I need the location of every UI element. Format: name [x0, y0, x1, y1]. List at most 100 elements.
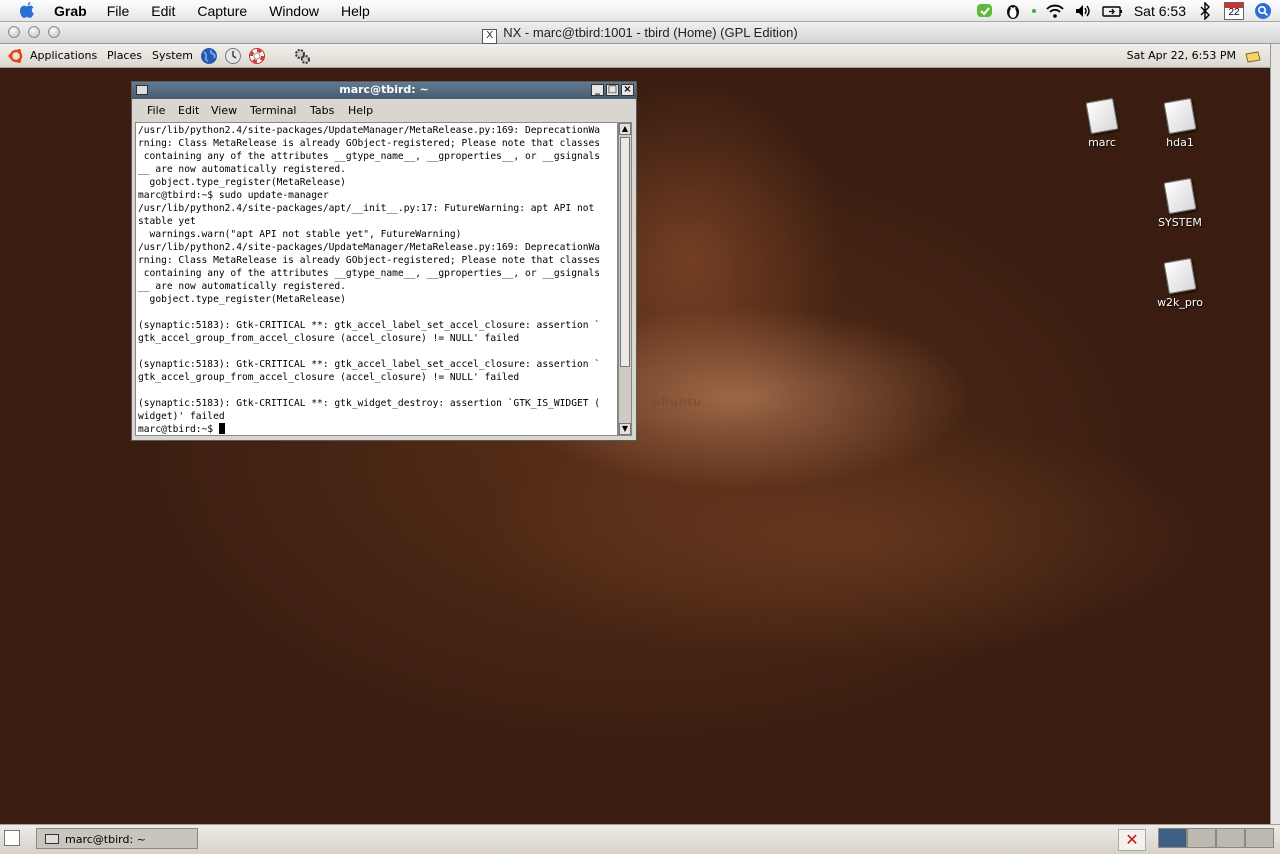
drive-icon	[1163, 257, 1197, 295]
volume-icon[interactable]	[1074, 2, 1092, 20]
places-menu[interactable]: Places	[107, 49, 142, 62]
ubuntu-watermark: ubuntu	[652, 394, 703, 409]
lifebuoy-icon[interactable]	[248, 47, 266, 65]
menu-grab[interactable]: Grab	[54, 2, 87, 20]
show-desktop-icon[interactable]	[4, 830, 20, 846]
window-title: NX - marc@tbird:1001 - tbird (Home) (GPL…	[503, 25, 798, 40]
terminal-line: widget)' failed	[138, 411, 225, 422]
terminal-line: containing any of the attributes __gtype…	[138, 151, 601, 162]
terminal-menu-file[interactable]: File	[147, 104, 165, 117]
desktop-icon-w2k-pro[interactable]: w2k_pro	[1145, 257, 1215, 309]
globe-icon[interactable]	[200, 47, 218, 65]
terminal-icon[interactable]	[136, 85, 148, 95]
close-x-icon[interactable]: ✕	[1118, 829, 1146, 851]
terminal-menu-edit[interactable]: Edit	[178, 104, 199, 117]
terminal-output: /usr/lib/python2.4/site-packages/UpdateM…	[136, 123, 617, 435]
wifi-icon[interactable]	[1046, 2, 1064, 20]
scroll-down-icon[interactable]: ▼	[619, 423, 631, 435]
x11-icon: X	[482, 29, 498, 44]
terminal-cursor	[218, 423, 225, 434]
terminal-screen[interactable]: /usr/lib/python2.4/site-packages/UpdateM…	[135, 122, 618, 436]
terminal-titlebar[interactable]: marc@tbird: ~ _ □ ×	[132, 82, 636, 99]
terminal-menu-help[interactable]: Help	[348, 104, 373, 117]
workspace-3[interactable]	[1216, 828, 1245, 848]
ubuntu-logo-icon[interactable]	[7, 47, 25, 65]
terminal-prompt: marc@tbird:~$	[138, 424, 219, 435]
terminal-line: (synaptic:5183): Gtk-CRITICAL **: gtk_wi…	[138, 398, 601, 409]
terminal-menu-terminal[interactable]: Terminal	[250, 104, 297, 117]
terminal-line: gtk_accel_group_from_accel_closure (acce…	[138, 333, 520, 344]
terminal-line: /usr/lib/python2.4/site-packages/UpdateM…	[138, 125, 601, 136]
terminal-title: marc@tbird: ~	[339, 83, 429, 96]
taskbar-terminal-button[interactable]: marc@tbird: ~	[36, 828, 198, 849]
nx-right-scrollbar[interactable]	[1270, 44, 1280, 824]
menu-capture[interactable]: Capture	[197, 2, 247, 20]
terminal-line: rning: Class MetaRelease is already GObj…	[138, 255, 601, 266]
terminal-line: gobject.type_register(MetaRelease)	[138, 177, 346, 188]
terminal-line: rning: Class MetaRelease is already GObj…	[138, 138, 601, 149]
terminal-menubar: File Edit View Terminal Tabs Help	[132, 99, 636, 121]
terminal-line: warnings.warn("apt API not stable yet", …	[138, 229, 462, 240]
minimize-button[interactable]: _	[591, 84, 604, 96]
penguin-icon[interactable]	[1004, 2, 1022, 20]
gnome-bottom-panel: marc@tbird: ~ ✕	[0, 824, 1280, 854]
calendar-icon[interactable]: 22	[1224, 2, 1244, 20]
desktop-icon-label: w2k_pro	[1157, 296, 1203, 309]
notes-icon[interactable]	[1244, 48, 1262, 66]
desktop-icon-system[interactable]: SYSTEM	[1145, 177, 1215, 229]
menubar-clock[interactable]: Sat 6:53	[1134, 3, 1186, 19]
terminal-menu-tabs[interactable]: Tabs	[310, 104, 334, 117]
desktop-icon-label: SYSTEM	[1158, 216, 1202, 229]
terminal-line: __ are now automatically registered.	[138, 164, 346, 175]
apple-icon[interactable]	[18, 1, 36, 20]
panel-clock[interactable]: Sat Apr 22, 6:53 PM	[1127, 49, 1236, 62]
status-dot-icon	[1031, 9, 1036, 13]
bluetooth-icon[interactable]	[1196, 2, 1214, 20]
drive-icon	[1163, 177, 1197, 215]
chat-status-icon[interactable]	[976, 2, 994, 20]
scrollbar-thumb[interactable]	[620, 137, 630, 367]
desktop: ubuntu marc hda1 SYSTEM w2k_pro marc@tbi…	[0, 68, 1270, 824]
desktop-icon-label: marc	[1088, 136, 1116, 149]
terminal-icon	[45, 834, 59, 844]
menu-edit[interactable]: Edit	[151, 2, 175, 20]
calendar-day: 22	[1228, 7, 1240, 18]
battery-icon[interactable]	[1102, 2, 1124, 20]
workspace-1[interactable]	[1158, 828, 1187, 848]
terminal-line: (synaptic:5183): Gtk-CRITICAL **: gtk_ac…	[138, 359, 601, 370]
desktop-icon-label: hda1	[1166, 136, 1194, 149]
drive-icon	[1163, 97, 1197, 135]
terminal-menu-view[interactable]: View	[211, 104, 237, 117]
workspace-4[interactable]	[1245, 828, 1274, 848]
menu-window[interactable]: Window	[269, 2, 319, 20]
terminal-line: /usr/lib/python2.4/site-packages/apt/__i…	[138, 203, 595, 214]
workspace-2[interactable]	[1187, 828, 1216, 848]
terminal-line: /usr/lib/python2.4/site-packages/UpdateM…	[138, 242, 601, 253]
desktop-icon-hda1[interactable]: hda1	[1145, 97, 1215, 149]
drive-icon	[1085, 97, 1119, 135]
terminal-scrollbar[interactable]: ▲ ▼	[618, 122, 632, 436]
terminal-line: __ are now automatically registered.	[138, 281, 346, 292]
terminal-line: containing any of the attributes __gtype…	[138, 268, 601, 279]
menu-help[interactable]: Help	[341, 2, 370, 20]
spotlight-icon[interactable]	[1254, 2, 1272, 20]
gnome-top-panel: Applications Places System Sat Apr 22, 6…	[0, 44, 1270, 68]
system-menu[interactable]: System	[152, 49, 193, 62]
maximize-button[interactable]: □	[606, 84, 619, 96]
mail-clock-icon[interactable]	[224, 47, 242, 65]
scroll-up-icon[interactable]: ▲	[619, 123, 631, 135]
terminal-line: stable yet	[138, 216, 196, 227]
applications-menu[interactable]: Applications	[30, 49, 97, 62]
terminal-line: gobject.type_register(MetaRelease)	[138, 294, 346, 305]
terminal-window[interactable]: marc@tbird: ~ _ □ × File Edit View Termi…	[131, 81, 637, 441]
terminal-line: marc@tbird:~$ sudo update-manager	[138, 190, 329, 201]
taskbar-label: marc@tbird: ~	[65, 833, 146, 846]
close-button[interactable]: ×	[621, 84, 634, 96]
gears-icon[interactable]	[293, 47, 311, 65]
terminal-line: gtk_accel_group_from_accel_closure (acce…	[138, 372, 520, 383]
terminal-line: (synaptic:5183): Gtk-CRITICAL **: gtk_ac…	[138, 320, 601, 331]
mac-menu-bar: Grab File Edit Capture Window Help Sat 6…	[0, 0, 1280, 22]
menu-file[interactable]: File	[107, 2, 130, 20]
desktop-icon-marc[interactable]: marc	[1067, 97, 1137, 149]
nx-window-titlebar[interactable]: X NX - marc@tbird:1001 - tbird (Home) (GP…	[0, 22, 1280, 44]
